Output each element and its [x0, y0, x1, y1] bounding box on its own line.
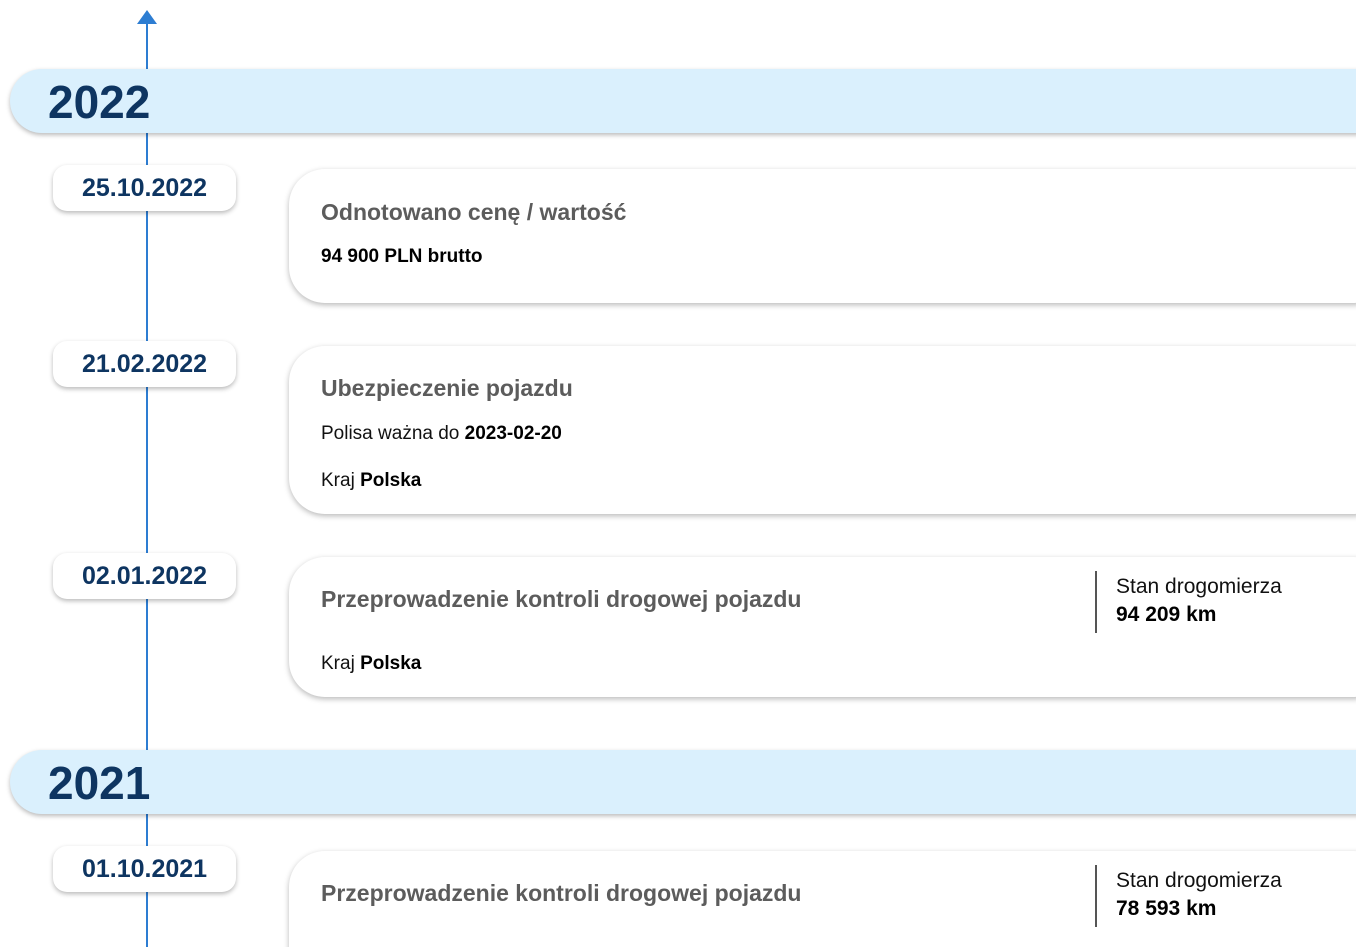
- year-label: 2021: [48, 757, 151, 809]
- price-value: 94 900 PLN brutto: [321, 244, 483, 270]
- country-value: Polska: [360, 653, 422, 674]
- event-title: Odnotowano cenę / wartość: [321, 199, 627, 225]
- country-row: Kraj Polska: [321, 651, 421, 677]
- year-label: 2022: [48, 76, 151, 128]
- price-amount: 94 900 PLN brutto: [321, 246, 483, 267]
- year-banner-2021: 2021: [10, 750, 1356, 814]
- event-date: 02.01.2022: [53, 553, 236, 599]
- event-card-insurance: Ubezpieczenie pojazdu Polisa ważna do 20…: [289, 346, 1356, 514]
- vehicle-history-timeline: 2022 25.10.2022 Odnotowano cenę / wartoś…: [0, 0, 1356, 947]
- event-card-road-inspection: Przeprowadzenie kontroli drogowej pojazd…: [289, 851, 1356, 947]
- odometer-value: 94 209 km: [1116, 603, 1217, 626]
- event-card-road-inspection: Przeprowadzenie kontroli drogowej pojazd…: [289, 557, 1356, 697]
- country-value: Polska: [360, 470, 422, 491]
- odometer-reading: Stan drogomierza 94 209 km: [1095, 571, 1282, 633]
- country-row: Kraj Polska: [321, 468, 421, 494]
- year-banner-2022: 2022: [10, 69, 1356, 133]
- event-date: 25.10.2022: [53, 165, 236, 211]
- event-title: Przeprowadzenie kontroli drogowej pojazd…: [321, 586, 802, 612]
- policy-validity: Polisa ważna do 2023-02-20: [321, 421, 562, 447]
- odometer-value: 78 593 km: [1116, 897, 1217, 920]
- event-date: 01.10.2021: [53, 846, 236, 892]
- country-label: Kraj: [321, 653, 355, 674]
- event-date: 21.02.2022: [53, 341, 236, 387]
- policy-date: 2023-02-20: [464, 423, 562, 444]
- policy-label: Polisa ważna do: [321, 423, 460, 444]
- country-label: Kraj: [321, 470, 355, 491]
- odometer-label: Stan drogomierza: [1116, 869, 1282, 892]
- arrow-up-icon: [137, 10, 157, 24]
- event-title: Ubezpieczenie pojazdu: [321, 375, 573, 401]
- odometer-label: Stan drogomierza: [1116, 575, 1282, 598]
- event-title: Przeprowadzenie kontroli drogowej pojazd…: [321, 880, 802, 906]
- event-card-price: Odnotowano cenę / wartość 94 900 PLN bru…: [289, 169, 1356, 303]
- odometer-reading: Stan drogomierza 78 593 km: [1095, 865, 1282, 927]
